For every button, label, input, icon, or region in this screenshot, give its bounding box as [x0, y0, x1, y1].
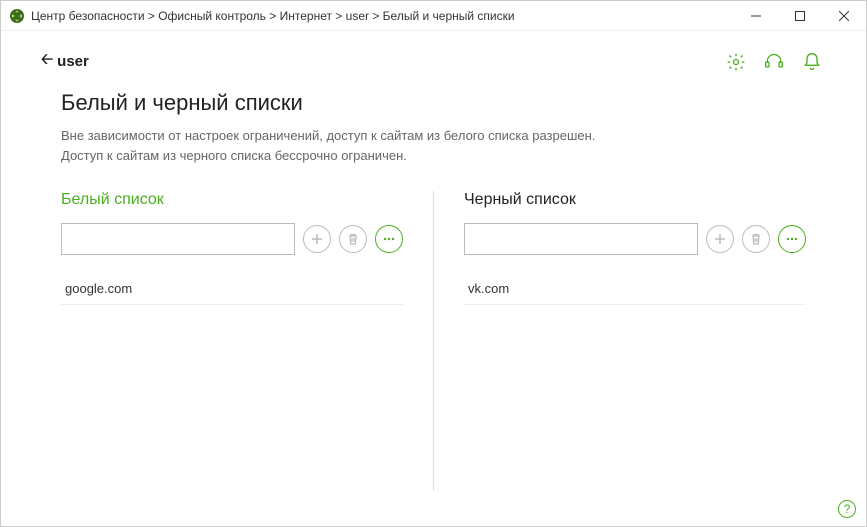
- settings-icon[interactable]: [726, 52, 746, 72]
- blacklist-item[interactable]: vk.com: [464, 273, 806, 305]
- back-label: user: [57, 53, 89, 70]
- support-icon[interactable]: [764, 52, 784, 72]
- maximize-button[interactable]: [778, 1, 822, 31]
- toolbar: 🡠 user: [1, 31, 866, 80]
- whitelist-more-button[interactable]: [375, 225, 403, 253]
- trash-icon: [749, 232, 763, 246]
- blacklist-delete-button[interactable]: [742, 225, 770, 253]
- blacklist-more-button[interactable]: [778, 225, 806, 253]
- page-title: Белый и черный списки: [61, 90, 806, 116]
- blacklist-add-button[interactable]: [706, 225, 734, 253]
- lists-container: Белый список google.com Черный список: [61, 191, 806, 491]
- whitelist-delete-button[interactable]: [339, 225, 367, 253]
- help-button[interactable]: ?: [838, 500, 856, 518]
- window-controls: [734, 1, 866, 31]
- whitelist-add-button[interactable]: [303, 225, 331, 253]
- top-icons: [726, 52, 842, 72]
- whitelist-item[interactable]: google.com: [61, 273, 403, 305]
- breadcrumb: Центр безопасности > Офисный контроль > …: [31, 9, 734, 23]
- back-button[interactable]: 🡠 user: [41, 49, 89, 74]
- bell-icon[interactable]: [802, 52, 822, 72]
- blacklist-input-row: [464, 223, 806, 255]
- whitelist-input-row: [61, 223, 403, 255]
- app-icon: [9, 8, 25, 24]
- more-icon: [785, 232, 799, 246]
- more-icon: [382, 232, 396, 246]
- whitelist-title: Белый список: [61, 191, 403, 209]
- content-area: Белый и черный списки Вне зависимости от…: [1, 80, 866, 491]
- blacklist-title: Черный список: [464, 191, 806, 209]
- plus-icon: [713, 232, 727, 246]
- blacklist-input[interactable]: [464, 223, 698, 255]
- close-button[interactable]: [822, 1, 866, 31]
- whitelist-column: Белый список google.com: [61, 191, 433, 491]
- minimize-button[interactable]: [734, 1, 778, 31]
- plus-icon: [310, 232, 324, 246]
- blacklist-column: Черный список vk.com: [433, 191, 806, 491]
- back-arrow-icon: 🡠: [41, 49, 53, 74]
- whitelist-input[interactable]: [61, 223, 295, 255]
- description-line1: Вне зависимости от настроек ограничений,…: [61, 128, 595, 143]
- titlebar: Центр безопасности > Офисный контроль > …: [1, 1, 866, 31]
- description-line2: Доступ к сайтам из черного списка бессро…: [61, 148, 407, 163]
- description: Вне зависимости от настроек ограничений,…: [61, 126, 806, 165]
- trash-icon: [346, 232, 360, 246]
